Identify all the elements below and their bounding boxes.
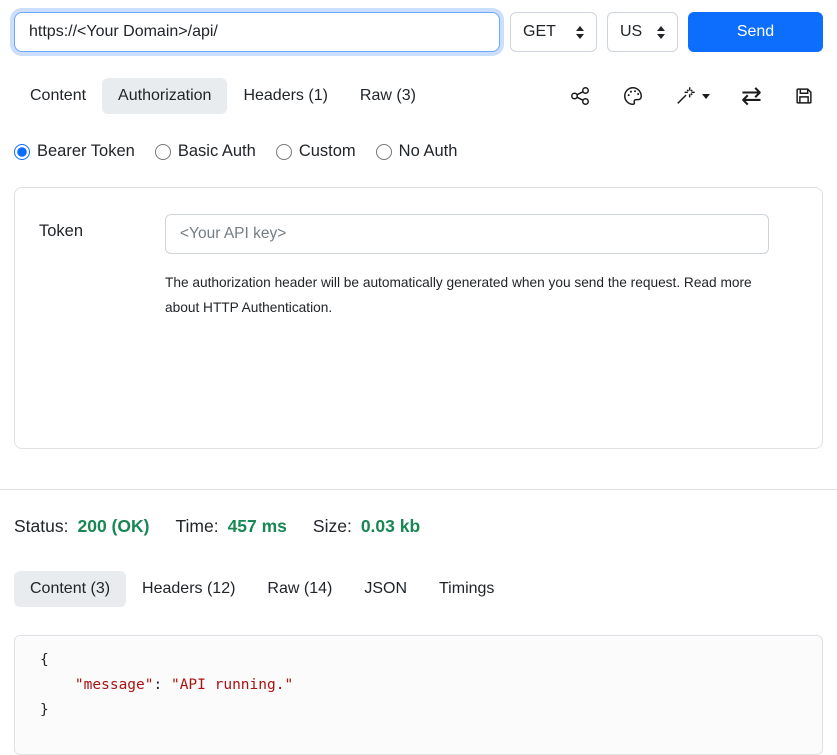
json-colon: :: [154, 677, 171, 693]
auth-help-text: The authorization header will be automat…: [165, 270, 765, 321]
url-input[interactable]: [14, 12, 500, 52]
radio-bearer-token[interactable]: Bearer Token: [14, 142, 135, 161]
tab-content[interactable]: Content: [14, 78, 102, 114]
time-label: Time:: [175, 516, 218, 537]
size-label: Size:: [313, 516, 352, 537]
radio-custom[interactable]: Custom: [276, 142, 356, 161]
size-value: 0.03 kb: [361, 516, 420, 537]
json-open-brace: {: [40, 652, 49, 668]
request-bar: GET US Send: [0, 0, 837, 52]
magic-wand-menu-icon[interactable]: [675, 85, 710, 107]
toolbar: ⇄: [569, 85, 815, 107]
status-value: 200 (OK): [77, 516, 149, 537]
tab-authorization[interactable]: Authorization: [102, 78, 227, 114]
json-key: "message": [75, 677, 154, 693]
radio-bearer-token-label: Bearer Token: [37, 142, 135, 161]
response-body: { "message": "API running." }: [15, 636, 822, 735]
radio-bearer-token-input[interactable]: [14, 144, 30, 160]
resp-tab-headers[interactable]: Headers (12): [126, 571, 251, 607]
response-tabs-row: Content (3) Headers (12) Raw (14) JSON T…: [0, 571, 837, 607]
resp-tab-json[interactable]: JSON: [348, 571, 423, 607]
radio-no-auth-label: No Auth: [399, 142, 458, 161]
auth-panel: Token The authorization header will be a…: [14, 187, 823, 449]
chevron-down-icon: [702, 94, 710, 99]
radio-custom-input[interactable]: [276, 144, 292, 160]
token-input[interactable]: [165, 214, 769, 254]
radio-basic-auth-input[interactable]: [155, 144, 171, 160]
radio-basic-auth-label: Basic Auth: [178, 142, 256, 161]
share-nodes-icon[interactable]: [569, 85, 591, 107]
send-button[interactable]: Send: [688, 12, 823, 52]
swap-arrows-icon[interactable]: ⇄: [741, 86, 762, 106]
json-indent: [40, 677, 75, 693]
radio-custom-label: Custom: [299, 142, 356, 161]
resp-tab-content[interactable]: Content (3): [14, 571, 126, 607]
region-select[interactable]: US: [607, 12, 678, 52]
save-icon[interactable]: [793, 85, 815, 107]
auth-type-row: Bearer Token Basic Auth Custom No Auth: [0, 142, 837, 161]
token-main: The authorization header will be automat…: [165, 214, 769, 422]
request-tabs-row: Content Authorization Headers (1) Raw (3…: [0, 78, 837, 114]
status-label: Status:: [14, 516, 68, 537]
select-caret-icon: [576, 26, 584, 39]
response-body-panel: { "message": "API running." }: [14, 635, 823, 755]
response-status-row: Status: 200 (OK) Time: 457 ms Size: 0.03…: [0, 490, 837, 549]
radio-basic-auth[interactable]: Basic Auth: [155, 142, 256, 161]
tab-headers[interactable]: Headers (1): [227, 78, 343, 114]
select-caret-icon: [657, 26, 665, 39]
json-close-brace: }: [40, 702, 49, 718]
radio-no-auth[interactable]: No Auth: [376, 142, 458, 161]
json-value: "API running.": [171, 677, 293, 693]
region-select-value: US: [620, 23, 642, 41]
palette-icon[interactable]: [622, 85, 644, 107]
time-value: 457 ms: [228, 516, 287, 537]
tab-raw[interactable]: Raw (3): [344, 78, 432, 114]
radio-no-auth-input[interactable]: [376, 144, 392, 160]
resp-tab-raw[interactable]: Raw (14): [251, 571, 348, 607]
method-select-value: GET: [523, 23, 556, 41]
method-select[interactable]: GET: [510, 12, 597, 52]
resp-tab-timings[interactable]: Timings: [423, 571, 510, 607]
token-label: Token: [39, 214, 165, 422]
